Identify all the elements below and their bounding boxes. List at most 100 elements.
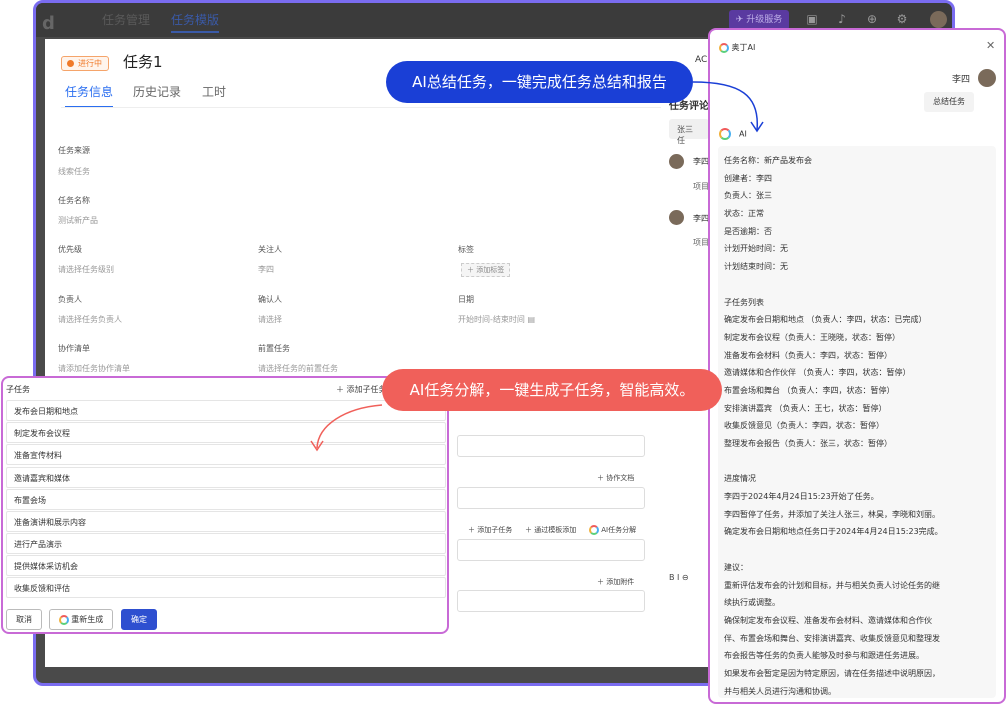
ai-response-line: 布会报告等任务的负责人能够及时参与和跟进任务进展。: [724, 651, 924, 661]
summary-callout: AI总结任务，一键完成任务总结和报告: [386, 61, 693, 103]
follower-value[interactable]: 李四: [258, 264, 274, 275]
ai-logo-icon: [719, 42, 729, 53]
predecessor-label: 前置任务: [258, 344, 290, 353]
name-label: 任务名称: [58, 196, 90, 205]
upgrade-button[interactable]: ✈ 升级服务: [729, 10, 789, 30]
ai-response-line: 整理发布会报告（负责人：张三，状态：暂停）: [724, 439, 892, 448]
ai-response-line: 确定发布会日期和地点 （负责人：李四，状态：已完成）: [724, 315, 927, 325]
collab-input[interactable]: 请添加任务协作清单: [58, 363, 130, 374]
priority-select[interactable]: 请选择任务级别: [58, 264, 114, 275]
list-item[interactable]: 发布会日期和地点: [6, 400, 446, 421]
source-value[interactable]: 线索任务: [58, 166, 90, 177]
ai-response-line: 收集反馈意见（负责人：李四，状态：暂停）: [724, 421, 884, 431]
tab-work-hours[interactable]: 工时: [202, 83, 226, 100]
ai-response-line: 重新评估发布会的计划和目标，并与相关负责人讨论任务的继: [724, 580, 940, 590]
gear-icon[interactable]: ⚙: [895, 12, 909, 26]
ai-sender-label: AI: [719, 128, 747, 140]
nav-task-management[interactable]: 任务管理: [102, 11, 150, 28]
ai-response: 任务名称：新产品发布会 创建者：李四 负责人：张三 状态：正常 是否逾期：否 计划开始时间…: [718, 146, 996, 698]
collab-doc-label: 协作文档: [606, 474, 635, 482]
comment-text: 项目: [693, 238, 709, 247]
ai-response-line: 邀请媒体和合作伙伴 （负责人：李四，状态：暂停）: [724, 368, 911, 378]
ai-sender-name: AI: [739, 129, 747, 139]
date-range-input[interactable]: 开始时间-结束时间 ▤: [458, 314, 535, 325]
list-item[interactable]: 制定发布会议程: [6, 422, 446, 443]
ai-panel-title: 奥丁AI: [731, 43, 756, 52]
confirmer-select[interactable]: 请选择: [258, 314, 282, 325]
comment-text: 项目: [693, 182, 709, 191]
ai-logo-icon: [719, 128, 731, 140]
tab-task-info[interactable]: 任务信息: [65, 83, 114, 108]
editor-toolbar[interactable]: B I ⊖: [669, 573, 689, 582]
ai-response-line: [724, 453, 990, 471]
description-input[interactable]: [457, 435, 645, 457]
avatar: [669, 210, 684, 225]
list-item[interactable]: 提供媒体采访机会: [6, 555, 446, 576]
ai-response-line: 建议：: [724, 562, 748, 572]
avatar[interactable]: [930, 11, 947, 28]
attachment-input[interactable]: [457, 590, 645, 612]
from-template-link[interactable]: ＋ 通过模板添加: [525, 525, 576, 535]
subtask-panel: 子任务 ＋ 添加子任务 发布会日期和地点 制定发布会议程 准备宣传材料 邀请嘉宾…: [1, 376, 449, 634]
regenerate-button[interactable]: 重新生成: [49, 609, 113, 630]
ai-decompose-label: AI任务分解: [601, 526, 637, 534]
ai-response-line: 伴、布置会场和舞台、安排演讲嘉宾、收集反馈意见和整理发: [724, 633, 940, 643]
date-range-text: 开始时间-结束时间: [458, 315, 525, 324]
globe-icon[interactable]: ⊕: [865, 12, 879, 26]
add-subtask-link[interactable]: ＋ 添加子任务: [468, 525, 512, 535]
predecessor-select[interactable]: 请选择任务的前置任务: [258, 363, 338, 374]
user-message: 总结任务: [924, 92, 974, 112]
date-label: 日期: [458, 295, 474, 304]
nav-task-template[interactable]: 任务模版: [171, 11, 220, 33]
list-item[interactable]: 布置会场: [6, 489, 446, 510]
upgrade-label: 升级服务: [746, 15, 783, 25]
add-subtask-button[interactable]: ＋ 添加子任务: [336, 384, 387, 395]
app-logo-icon: d: [42, 13, 55, 34]
tab-history[interactable]: 历史记录: [133, 83, 181, 100]
avatar: [978, 69, 996, 87]
name-value[interactable]: 测试新产品: [58, 215, 98, 226]
ai-response-line: 李四暂停了任务，并添加了关注人张三，林昊，李晓和刘丽。: [724, 509, 940, 519]
ai-response-line: 确保制定发布会议程、准备发布会材料、邀请媒体和合作伙: [724, 615, 932, 625]
source-label: 任务来源: [58, 146, 90, 155]
add-subtask-link-label: 添加子任务: [477, 526, 513, 534]
collab-doc-input[interactable]: [457, 487, 645, 509]
ai-response-line: 续执行或调整。: [724, 598, 780, 608]
ai-response-line: [724, 541, 990, 559]
close-icon[interactable]: ✕: [986, 39, 995, 52]
list-item[interactable]: 收集反馈和评估: [6, 577, 446, 598]
status-badge: 进行中: [61, 56, 109, 71]
ai-decompose-link[interactable]: AI任务分解: [589, 525, 636, 535]
add-attachment-button[interactable]: ＋ 添加附件: [597, 577, 634, 587]
list-item[interactable]: 邀请嘉宾和媒体: [6, 467, 446, 488]
add-tag-button[interactable]: ＋ 添加标签: [461, 263, 511, 277]
ai-response-line: 创建者：李四: [724, 173, 772, 183]
list-item[interactable]: 进行产品演示: [6, 533, 446, 554]
cancel-button[interactable]: 取消: [6, 609, 42, 630]
ai-response-line: 制定发布会议程（负责人：王晓晓，状态：暂停）: [724, 332, 900, 342]
calendar-icon: ▤: [527, 315, 535, 324]
from-template-label: 通过模板添加: [534, 526, 577, 534]
ai-response-line: 计划开始时间：无: [724, 244, 788, 254]
add-subtask-label: 添加子任务: [346, 385, 387, 394]
rocket-icon: ✈: [735, 15, 744, 25]
collab-doc-button[interactable]: ＋ 协作文档: [597, 473, 634, 483]
ai-response-line: 是否逾期：否: [724, 226, 772, 236]
owner-select[interactable]: 请选择任务负责人: [58, 314, 122, 325]
ai-response-line: 任务名称：新产品发布会: [724, 156, 812, 165]
subtask-input[interactable]: [457, 539, 645, 561]
ac-text: AC: [695, 55, 708, 65]
avatar: [669, 154, 684, 169]
confirmer-label: 确认人: [258, 295, 282, 304]
confirm-button[interactable]: 确定: [121, 609, 157, 630]
ai-response-line: 状态：正常: [724, 209, 764, 219]
list-item[interactable]: 准备宣传材料: [6, 444, 446, 465]
bell-icon[interactable]: ♪: [835, 12, 849, 26]
ai-response-line: 安排演讲嘉宾 （负责人：王七，状态：暂停）: [724, 403, 887, 413]
ai-response-line: 进度情况: [724, 474, 756, 484]
list-item[interactable]: 准备演讲和展示内容: [6, 511, 446, 532]
comment-filter-input[interactable]: 张三 任: [669, 119, 709, 145]
ai-response-line: 确定发布会日期和地点任务口于2024年4月24日15:23完成。: [724, 527, 943, 537]
ai-assistant-panel: 奥丁AI ✕ 李四 总结任务 AI 任务名称：新产品发布会 创建者：李四 负责人：张…: [708, 28, 1006, 704]
calendar-icon[interactable]: ▣: [805, 12, 819, 26]
